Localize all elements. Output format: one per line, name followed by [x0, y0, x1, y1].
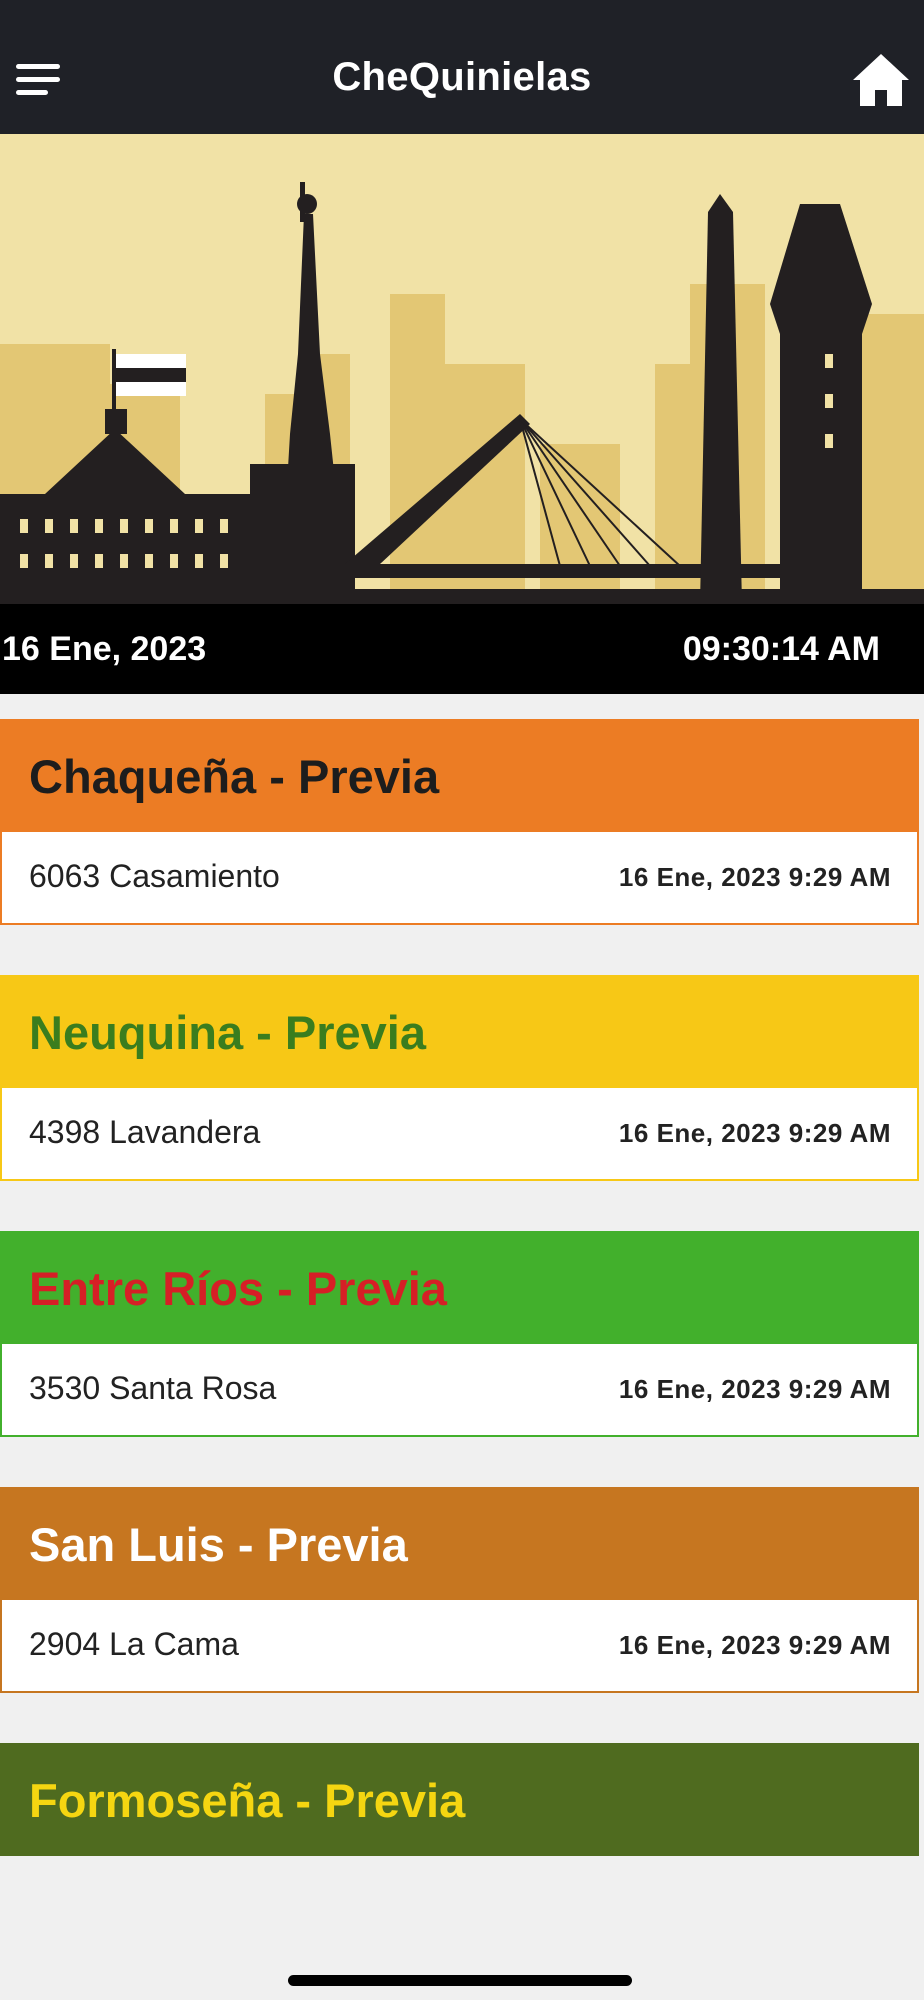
lottery-card-chaquena[interactable]: Chaqueña - Previa 6063 Casamiento 16 Ene… [0, 719, 919, 925]
result-timestamp: 16 Ene, 2023 9:29 AM [618, 1630, 891, 1660]
card-header: Formoseña - Previa [2, 1745, 917, 1856]
card-header: Entre Ríos - Previa [2, 1233, 917, 1344]
card-title: Entre Ríos - Previa [29, 1262, 447, 1315]
top-app-bar: CheQuinielas [0, 0, 924, 134]
card-title: San Luis - Previa [29, 1518, 408, 1571]
current-datetime-bar: 16 Ene, 2023 09:30:14 AM [0, 604, 924, 694]
lottery-card-formosena[interactable]: Formoseña - Previa [0, 1743, 919, 1856]
card-result-row: 4398 Lavandera 16 Ene, 2023 9:29 AM [2, 1088, 917, 1179]
card-title: Formoseña - Previa [29, 1774, 466, 1827]
result-value: 2904 La Cama [29, 1626, 239, 1662]
home-icon[interactable] [851, 52, 911, 108]
card-header: San Luis - Previa [2, 1489, 917, 1600]
current-time: 09:30:14 AM [682, 630, 880, 668]
result-value: 6063 Casamiento [29, 858, 280, 894]
app-title: CheQuinielas [332, 55, 592, 99]
result-value: 4398 Lavandera [29, 1114, 261, 1150]
home-indicator-bar [288, 1975, 632, 1986]
lottery-card-entre-rios[interactable]: Entre Ríos - Previa 3530 Santa Rosa 16 E… [0, 1231, 919, 1437]
card-title: Chaqueña - Previa [29, 750, 440, 803]
card-title: Neuquina - Previa [29, 1006, 426, 1059]
card-result-row: 2904 La Cama 16 Ene, 2023 9:29 AM [2, 1600, 917, 1691]
card-header: Chaqueña - Previa [2, 721, 917, 832]
result-timestamp: 16 Ene, 2023 9:29 AM [618, 1374, 891, 1404]
card-result-row: 3530 Santa Rosa 16 Ene, 2023 9:29 AM [2, 1344, 917, 1435]
card-header: Neuquina - Previa [2, 977, 917, 1088]
lottery-card-san-luis[interactable]: San Luis - Previa 2904 La Cama 16 Ene, 2… [0, 1487, 919, 1693]
result-timestamp: 16 Ene, 2023 9:29 AM [618, 862, 891, 892]
result-value: 3530 Santa Rosa [29, 1370, 277, 1406]
result-timestamp: 16 Ene, 2023 9:29 AM [618, 1118, 891, 1148]
card-result-row: 6063 Casamiento 16 Ene, 2023 9:29 AM [2, 832, 917, 923]
lottery-card-neuquina[interactable]: Neuquina - Previa 4398 Lavandera 16 Ene,… [0, 975, 919, 1181]
current-date: 16 Ene, 2023 [2, 630, 207, 668]
buenos-aires-skyline-banner [0, 134, 924, 604]
